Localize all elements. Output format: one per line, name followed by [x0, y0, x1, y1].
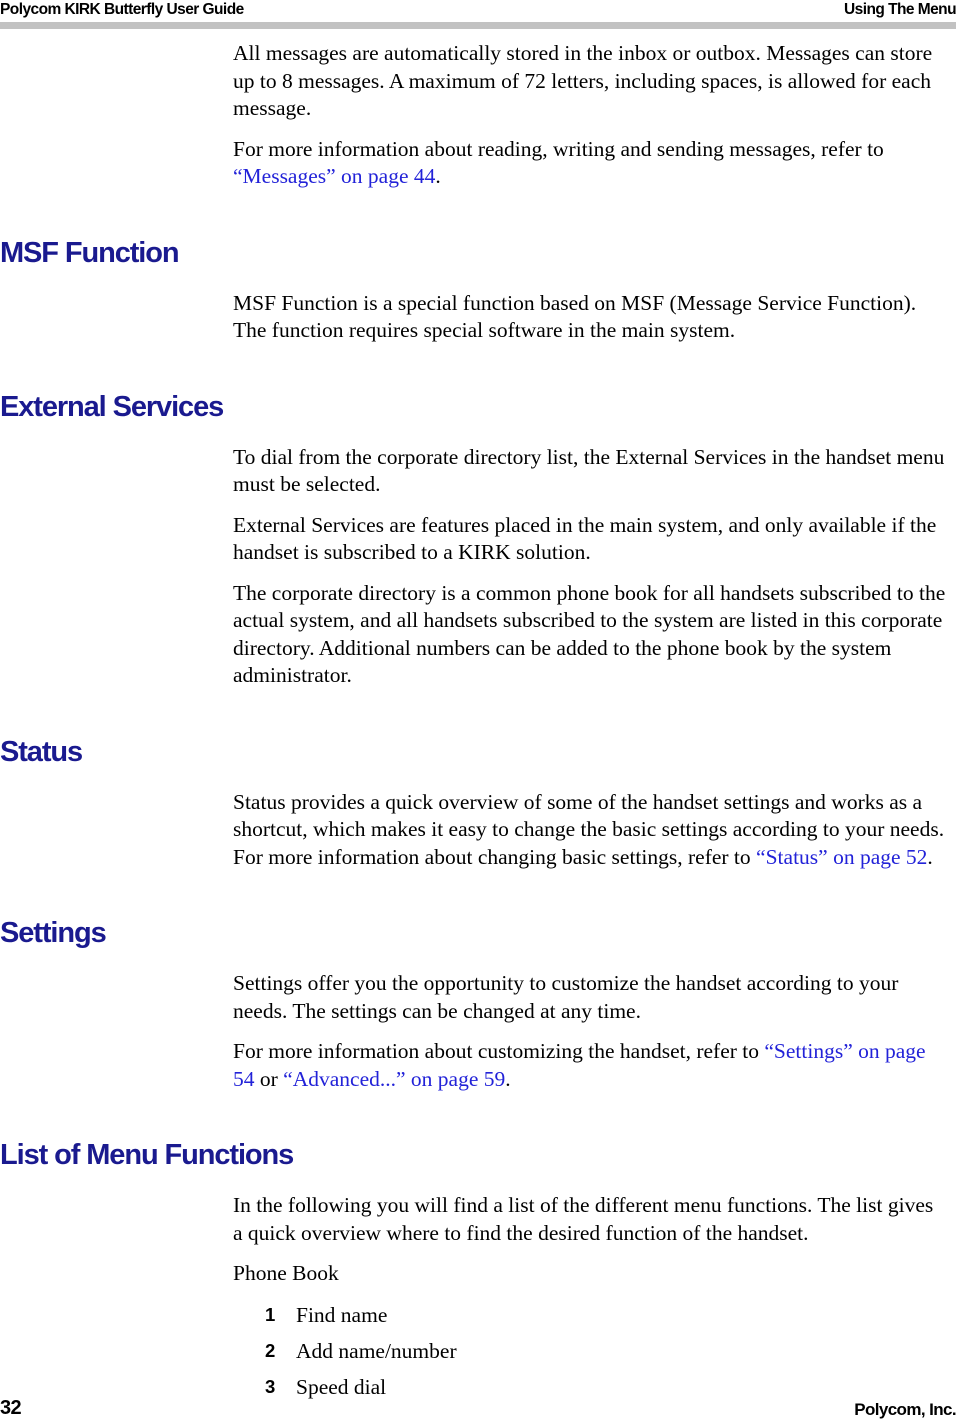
heading-spacer [0, 871, 956, 917]
xref-link-advanced-page-59[interactable]: “Advanced...” on page 59 [283, 1067, 505, 1091]
section-heading-msf-function: MSF Function [0, 236, 180, 269]
xref-link-messages-page-44[interactable]: “Messages” on page 44 [233, 164, 435, 188]
heading-spacer [0, 269, 956, 290]
section-heading-list-of-menu-functions: List of Menu Functions [0, 1139, 294, 1171]
heading-spacer [0, 345, 956, 391]
section-heading-settings: Settings [0, 917, 107, 949]
heading-spacer [0, 1093, 956, 1139]
heading-spacer [0, 423, 956, 444]
menu-function-list: 1 Find name 2 Add name/number 3 Speed dial [265, 1297, 956, 1405]
list-item-number: 2 [265, 1339, 276, 1361]
page-content: All messages are automatically stored in… [0, 40, 956, 1405]
company-name: Polycom, Inc. [854, 1400, 956, 1419]
list-of-menu-functions-paragraph-1: In the following you will find a list of… [233, 1193, 934, 1245]
external-services-paragraph-3: The corporate directory is a common phon… [233, 580, 946, 688]
status-paragraph-1-suffix: . [927, 844, 933, 869]
intro-paragraph-1: All messages are automatically stored in… [233, 41, 933, 120]
external-services-paragraph-2: External Services are features placed in… [233, 512, 937, 565]
msf-function-paragraph-1: MSF Function is a special function based… [233, 290, 917, 343]
list-item-number: 1 [265, 1303, 276, 1325]
list-item-label: Add name/number [296, 1338, 457, 1363]
phone-book-label: Phone Book [233, 1261, 339, 1285]
list-item-label: Find name [296, 1302, 388, 1327]
settings-paragraph-2-prefix: For more information about customizing t… [233, 1039, 765, 1063]
settings-paragraph-1: Settings offer you the opportunity to cu… [233, 971, 899, 1023]
header-title-right: Using The Menu [844, 1, 956, 18]
settings-paragraph-2: For more information about customizing t… [233, 1038, 946, 1093]
xref-link-status-page-52[interactable]: “Status” on page 52 [756, 845, 927, 869]
heading-spacer [0, 191, 956, 237]
section-heading-status: Status [0, 735, 83, 768]
intro-paragraph-2-suffix: . [435, 164, 441, 188]
header-divider-rule [0, 22, 956, 29]
intro-paragraph-2: For more information about reading, writ… [233, 136, 946, 191]
list-item[interactable]: 2 Add name/number [265, 1333, 956, 1369]
header-title-left: Polycom KIRK Butterfly User Guide [0, 1, 244, 18]
page-footer: 32 Polycom, Inc. [0, 1394, 956, 1420]
section-heading-external-services: External Services [0, 390, 224, 423]
heading-spacer [0, 1171, 956, 1192]
heading-spacer [0, 768, 956, 789]
heading-spacer [0, 690, 956, 736]
heading-spacer [0, 949, 956, 970]
settings-paragraph-2-suffix: . [505, 1066, 511, 1091]
settings-paragraph-2-mid: or [254, 1066, 284, 1091]
external-services-paragraph-1: To dial from the corporate directory lis… [233, 444, 945, 497]
list-item[interactable]: 1 Find name [265, 1297, 956, 1333]
status-paragraph-1: Status provides a quick overview of some… [233, 789, 946, 872]
intro-paragraph-2-prefix: For more information about reading, writ… [233, 136, 884, 161]
page-number: 32 [0, 1397, 22, 1419]
page-header: Polycom KIRK Butterfly User Guide Using … [0, 0, 956, 30]
